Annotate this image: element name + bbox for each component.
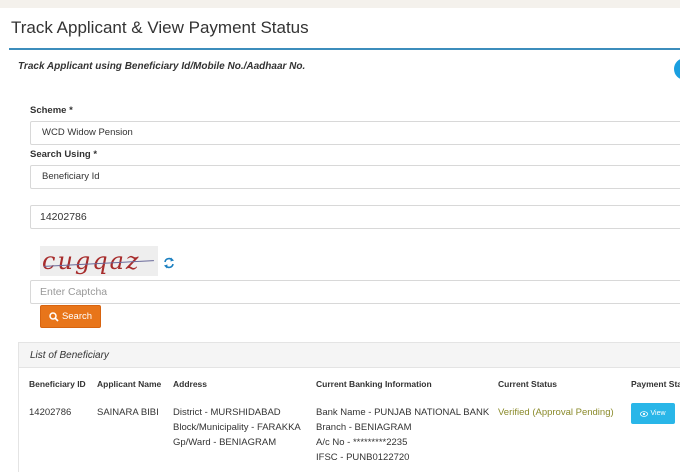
cell-banking: Bank Name - PUNJAB NATIONAL BANK Branch … xyxy=(316,405,489,465)
beneficiary-id-input[interactable]: 14202786 xyxy=(30,205,680,229)
page-title: Track Applicant & View Payment Status xyxy=(11,18,309,37)
captcha-image: cugqaz xyxy=(40,246,158,276)
search-button-label: Search xyxy=(61,311,93,322)
column-header-status: Current Status xyxy=(498,379,558,389)
cell-status: Verified (Approval Pending) xyxy=(498,407,614,418)
column-header-address: Address xyxy=(173,379,208,389)
panel-heading: List of Beneficiary xyxy=(19,343,680,368)
column-header-beneficiary-id: Beneficiary ID xyxy=(29,379,86,389)
column-header-payment-status: Payment Sta xyxy=(631,379,680,389)
address-district: District - MURSHIDABAD xyxy=(173,407,281,418)
title-divider xyxy=(9,48,680,50)
bank-account: A/c No - *********2235 xyxy=(316,437,408,448)
address-gp-ward: Gp/Ward - BENIAGRAM xyxy=(173,437,277,448)
cell-address: District - MURSHIDABAD Block/Municipalit… xyxy=(173,405,301,450)
address-block: Block/Municipality - FARAKKA xyxy=(173,422,301,433)
panel-title: List of Beneficiary xyxy=(30,350,109,361)
refresh-icon[interactable] xyxy=(162,256,176,270)
view-payment-button[interactable]: View xyxy=(631,403,675,424)
search-icon xyxy=(49,311,59,322)
search-using-select[interactable]: Beneficiary Id xyxy=(30,165,680,189)
cell-beneficiary-id: 14202786 xyxy=(29,407,72,418)
bank-name: Bank Name - PUNJAB NATIONAL BANK xyxy=(316,407,490,418)
eye-icon xyxy=(640,410,649,417)
search-button[interactable]: Search xyxy=(40,305,101,328)
search-using-label: Search Using * xyxy=(30,149,98,160)
scheme-label: Scheme * xyxy=(30,105,73,116)
view-button-label: View xyxy=(650,410,666,417)
bank-branch: Branch - BENIAGRAM xyxy=(316,422,412,433)
top-strip xyxy=(0,0,680,8)
cell-applicant-name: SAINARA BIBI xyxy=(97,407,159,418)
captcha-input[interactable]: Enter Captcha xyxy=(30,280,680,304)
column-header-banking: Current Banking Information xyxy=(316,379,432,389)
help-button[interactable] xyxy=(674,58,680,80)
scheme-select[interactable]: WCD Widow Pension xyxy=(30,121,680,145)
section-subheading: Track Applicant using Beneficiary Id/Mob… xyxy=(18,61,306,72)
column-header-applicant-name: Applicant Name xyxy=(97,379,162,389)
bank-ifsc: IFSC - PUNB0122720 xyxy=(316,452,410,463)
